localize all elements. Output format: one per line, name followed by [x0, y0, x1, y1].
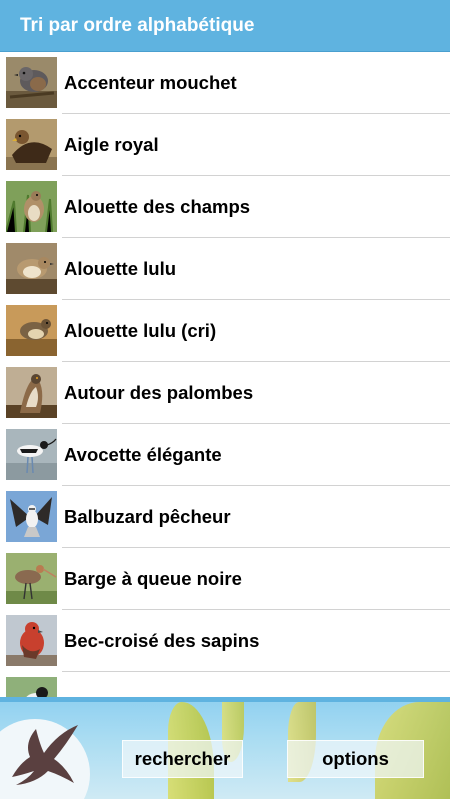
bird-name: Balbuzard pêcheur [64, 506, 231, 527]
bird-thumbnail-alouette-lulu [6, 243, 57, 294]
swallow-icon [12, 725, 78, 785]
list-item-accenteur-mouchet[interactable]: Accenteur mouchet [0, 52, 450, 114]
bird-name: Alouette lulu (cri) [64, 320, 217, 341]
bird-thumbnail-bec-croise-des-sapins [6, 615, 57, 666]
list-item-autour-des-palombes[interactable]: Autour des palombes [0, 362, 450, 424]
list-item-partial[interactable] [0, 672, 450, 697]
bird-name: Accenteur mouchet [64, 72, 237, 93]
list-item-bec-croise-des-sapins[interactable]: Bec-croisé des sapins [0, 610, 450, 672]
header-bar: Tri par ordre alphabétique [0, 0, 450, 52]
bird-name: Autour des palombes [64, 382, 254, 403]
bird-thumbnail-balbuzard-pecheur [6, 491, 57, 542]
list-item-barge-a-queue-noire[interactable]: Barge à queue noire [0, 548, 450, 610]
list-item-alouette-des-champs[interactable]: Alouette des champs [0, 176, 450, 238]
bird-thumbnail-alouette-lulu-cri [6, 305, 57, 356]
footer-bar: rechercher options [0, 697, 450, 799]
list-item-alouette-lulu-cri[interactable]: Alouette lulu (cri) [0, 300, 450, 362]
bird-thumbnail-aigle-royal [6, 119, 57, 170]
search-button[interactable]: rechercher [122, 740, 243, 778]
bird-name: Avocette élégante [64, 444, 222, 465]
bird-thumbnail-barge-a-queue-noire [6, 553, 57, 604]
bird-thumbnail-autour-des-palombes [6, 367, 57, 418]
bird-name: Barge à queue noire [64, 568, 242, 589]
bird-thumbnail-alouette-des-champs [6, 181, 57, 232]
bird-thumbnail-avocette-elegante [6, 429, 57, 480]
bird-name: Alouette lulu [64, 258, 177, 279]
bird-thumbnail-partial [6, 677, 57, 697]
bird-list[interactable]: Accenteur mouchet Aigle royal Alouette d… [0, 52, 450, 697]
list-item-balbuzard-pecheur[interactable]: Balbuzard pêcheur [0, 486, 450, 548]
page-title: Tri par ordre alphabétique [20, 15, 255, 36]
bird-thumbnail-accenteur-mouchet [6, 57, 57, 108]
options-button[interactable]: options [287, 740, 424, 778]
list-item-aigle-royal[interactable]: Aigle royal [0, 114, 450, 176]
bird-name: Bec-croisé des sapins [64, 630, 260, 651]
bird-name: Alouette des champs [64, 196, 251, 217]
list-item-alouette-lulu[interactable]: Alouette lulu [0, 238, 450, 300]
list-item-avocette-elegante[interactable]: Avocette élégante [0, 424, 450, 486]
bird-name: Aigle royal [64, 134, 159, 155]
